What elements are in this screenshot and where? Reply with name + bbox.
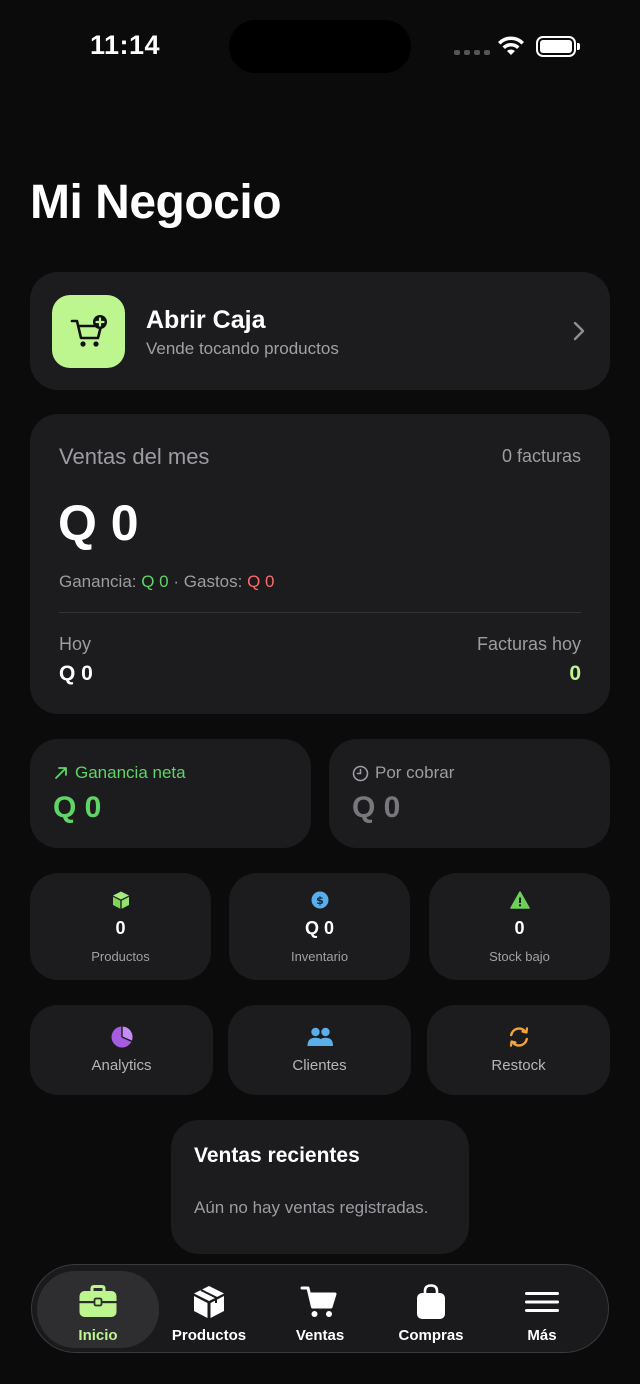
action-clients-label: Clientes <box>292 1057 347 1074</box>
net-profit-label-row: Ganancia neta <box>53 763 186 783</box>
receivable-card[interactable]: Por cobrar Q 0 <box>329 739 610 848</box>
net-profit-card[interactable]: Ganancia neta Q 0 <box>30 739 311 848</box>
monthly-sales-card[interactable]: Ventas del mes 0 facturas Q 0 Ganancia: … <box>30 414 610 714</box>
stat-products-label: Productos <box>91 949 150 964</box>
today-value: Q 0 <box>59 662 93 685</box>
tab-inicio[interactable]: Inicio <box>37 1271 159 1348</box>
refresh-icon <box>509 1027 528 1047</box>
box-icon <box>112 891 129 909</box>
profit-expenses-line: Ganancia: Q 0 · Gastos: Q 0 <box>59 572 275 592</box>
pie-chart-icon <box>111 1026 132 1048</box>
profit-label: Ganancia: <box>59 572 137 591</box>
invoice-count: 0 facturas <box>501 446 581 466</box>
stat-low-stock-value: 0 <box>514 918 525 938</box>
recent-sales-title: Ventas recientes <box>194 1144 360 1167</box>
stat-products[interactable]: 0 Productos <box>30 873 211 980</box>
monthly-sales-amount: Q 0 <box>58 495 139 551</box>
menu-icon <box>522 1283 562 1321</box>
tab-ventas-label: Ventas <box>295 1327 345 1344</box>
package-icon <box>189 1283 229 1321</box>
action-clients[interactable]: Clientes <box>228 1005 411 1095</box>
tab-ventas[interactable]: Ventas <box>265 1271 375 1348</box>
clock-icon <box>352 765 369 781</box>
today-label: Hoy <box>59 634 92 654</box>
action-restock[interactable]: Restock <box>427 1005 610 1095</box>
cart-icon <box>300 1283 340 1321</box>
tab-mas[interactable]: Más <box>487 1271 597 1348</box>
briefcase-icon <box>78 1283 118 1321</box>
stat-inventory-value: Q 0 <box>304 918 334 938</box>
tab-compras-label: Compras <box>398 1327 464 1344</box>
tab-bar: Inicio Productos Ventas Compras Más <box>31 1264 609 1353</box>
bag-icon <box>411 1283 451 1321</box>
tab-productos[interactable]: Productos <box>154 1271 264 1348</box>
open-register-card[interactable]: Abrir Caja Vende tocando productos <box>30 272 610 390</box>
recent-sales-empty: Aún no hay ventas registradas. <box>194 1198 429 1217</box>
profit-value: Q 0 <box>141 572 169 591</box>
receivable-value: Q 0 <box>352 791 401 824</box>
separator: · <box>173 572 180 591</box>
cellular-signal-icon <box>454 50 490 55</box>
invoices-today-label: Facturas hoy <box>476 634 581 654</box>
stat-products-value: 0 <box>115 918 126 938</box>
stat-inventory[interactable]: $ Q 0 Inventario <box>229 873 410 980</box>
open-register-title: Abrir Caja <box>146 306 266 334</box>
stat-low-stock[interactable]: 0 Stock bajo <box>429 873 610 980</box>
dynamic-island <box>229 20 411 73</box>
cart-plus-icon <box>52 295 125 368</box>
monthly-sales-label: Ventas del mes <box>59 444 210 469</box>
divider <box>59 612 581 613</box>
warning-icon <box>509 891 530 909</box>
action-restock-label: Restock <box>491 1057 546 1074</box>
chevron-right-icon <box>573 321 585 341</box>
svg-text:$: $ <box>316 894 324 907</box>
action-analytics-label: Analytics <box>91 1057 152 1074</box>
action-analytics[interactable]: Analytics <box>30 1005 213 1095</box>
tab-productos-label: Productos <box>171 1327 247 1344</box>
invoices-today-value: 0 <box>569 662 581 685</box>
stat-inventory-label: Inventario <box>290 949 349 964</box>
recent-sales-card: Ventas recientes Aún no hay ventas regis… <box>171 1120 469 1254</box>
trend-up-icon <box>55 767 67 779</box>
net-profit-label: Ganancia neta <box>75 763 186 782</box>
dollar-icon: $ <box>311 891 328 909</box>
receivable-label: Por cobrar <box>375 763 455 782</box>
battery-icon <box>536 36 580 57</box>
tab-inicio-label: Inicio <box>78 1327 118 1344</box>
net-profit-value: Q 0 <box>53 791 102 824</box>
expenses-value: Q 0 <box>247 572 275 591</box>
tab-compras[interactable]: Compras <box>376 1271 486 1348</box>
page-title: Mi Negocio <box>30 176 282 229</box>
status-time: 11:14 <box>90 30 161 60</box>
people-icon <box>307 1027 333 1046</box>
open-register-subtitle: Vende tocando productos <box>146 339 339 358</box>
wifi-icon <box>498 36 524 55</box>
expenses-label: Gastos: <box>183 572 243 591</box>
stat-low-stock-label: Stock bajo <box>489 949 550 964</box>
receivable-label-row: Por cobrar <box>352 763 454 783</box>
tab-mas-label: Más <box>527 1327 557 1344</box>
